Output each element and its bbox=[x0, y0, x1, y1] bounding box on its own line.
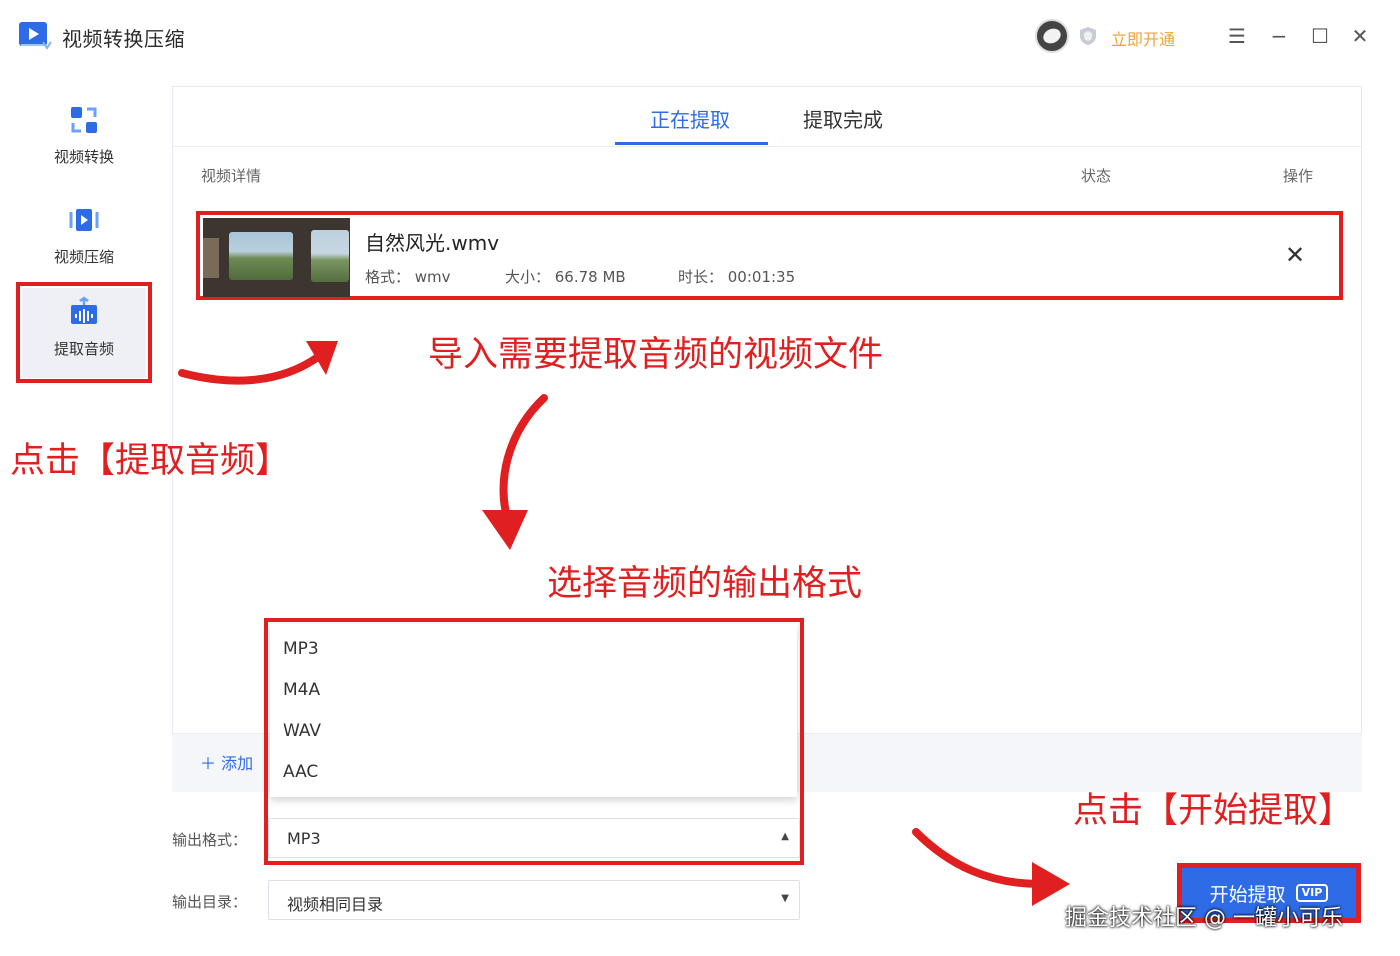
annotation-highlight-sidebar bbox=[16, 282, 152, 383]
annotation-format-text: 选择音频的输出格式 bbox=[547, 564, 863, 604]
annotation-click-extract-text: 点击【提取音频】 bbox=[10, 441, 291, 481]
annotation-import-text: 导入需要提取音频的视频文件 bbox=[428, 335, 884, 375]
red-arrow-icon bbox=[912, 828, 1070, 906]
column-header-details: 视频详情 bbox=[201, 167, 262, 185]
tab-extracting[interactable]: 正在提取 bbox=[650, 104, 730, 146]
compress-icon bbox=[69, 209, 99, 231]
remove-file-button[interactable]: ✕ bbox=[1281, 241, 1309, 269]
close-button[interactable]: ✕ bbox=[1346, 22, 1374, 50]
shield-icon bbox=[1080, 27, 1096, 45]
divider bbox=[173, 146, 1361, 147]
sidebar-item-label: 视频转换 bbox=[53, 148, 114, 166]
maximize-button[interactable]: ☐ bbox=[1306, 22, 1334, 50]
output-format-label: 输出格式： bbox=[172, 831, 248, 849]
video-thumbnail bbox=[203, 218, 350, 297]
tab-extracted[interactable]: 提取完成 bbox=[803, 104, 883, 146]
column-header-status: 状态 bbox=[1081, 167, 1112, 185]
annotation-highlight-format bbox=[264, 618, 804, 865]
file-list-item[interactable]: 自然风光.wmv 格式： wmv 大小： 66.78 MB 时长： 00:01:… bbox=[196, 211, 1343, 300]
minimize-button[interactable]: − bbox=[1265, 22, 1293, 50]
app-logo-icon bbox=[19, 22, 52, 50]
caret-down-icon: ▼ bbox=[781, 893, 789, 904]
user-avatar[interactable] bbox=[1035, 19, 1069, 53]
convert-icon bbox=[71, 107, 97, 133]
sidebar-item-video-compress[interactable]: 视频压缩 bbox=[22, 196, 146, 286]
file-duration: 时长： 00:01:35 bbox=[678, 268, 796, 286]
red-arrow-icon bbox=[482, 394, 548, 550]
file-format: 格式： wmv bbox=[365, 268, 451, 286]
output-dir-label: 输出目录： bbox=[172, 893, 248, 911]
active-tab-indicator bbox=[615, 142, 768, 145]
title-bar: 视频转换压缩 立即开通 ☰ − ☐ ✕ bbox=[0, 0, 1400, 72]
app-title: 视频转换压缩 bbox=[62, 27, 185, 51]
sidebar-item-label: 视频压缩 bbox=[53, 248, 114, 266]
file-name: 自然风光.wmv bbox=[365, 231, 500, 255]
column-header-action: 操作 bbox=[1283, 167, 1314, 185]
output-dir-select[interactable]: 视频相同目录 ▼ bbox=[268, 880, 800, 920]
watermark: 掘金技术社区 @ 一罐小可乐 bbox=[1065, 906, 1343, 931]
add-file-button[interactable]: ＋ 添加 bbox=[200, 750, 253, 774]
output-dir-value: 视频相同目录 bbox=[287, 895, 384, 914]
red-arrow-icon bbox=[178, 341, 338, 385]
annotation-click-start-text: 点击【开始提取】 bbox=[1073, 791, 1354, 831]
menu-icon[interactable]: ☰ bbox=[1223, 22, 1251, 50]
sidebar-item-video-convert[interactable]: 视频转换 bbox=[22, 96, 146, 186]
vip-upgrade-link[interactable]: 立即开通 bbox=[1111, 26, 1175, 50]
file-size: 大小： 66.78 MB bbox=[505, 268, 626, 286]
